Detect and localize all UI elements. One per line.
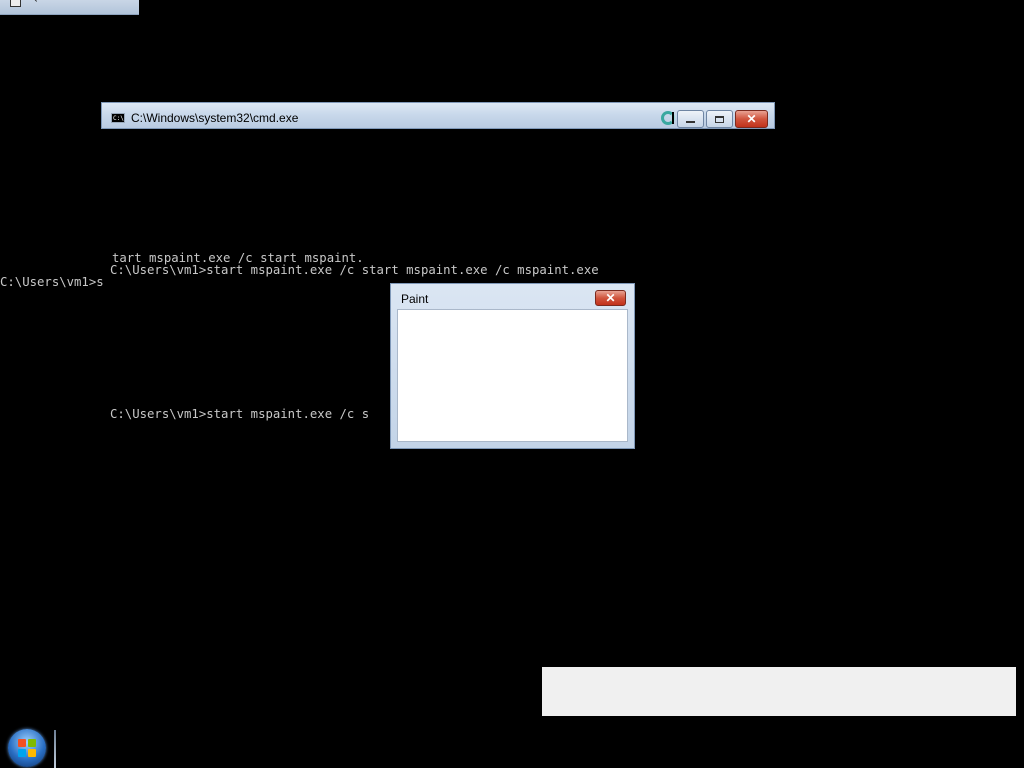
console-line: C:\Users\vm1>start mspaint.exe /c s bbox=[110, 407, 370, 421]
close-icon: ✕ bbox=[605, 291, 616, 305]
blank-panel bbox=[542, 667, 1016, 716]
close-icon: ✕ bbox=[746, 112, 757, 126]
cmd-window-title: C:\Windows\system32\cmd.exe bbox=[131, 111, 299, 125]
paint-close-button[interactable]: ✕ bbox=[595, 290, 626, 306]
window-icon bbox=[10, 0, 21, 7]
console-line: C:\Users\vm1>s bbox=[0, 275, 104, 289]
cmd-window-titlebar[interactable]: C:\ C:\Windows\system32\cmd.exe ✕ bbox=[101, 102, 775, 129]
close-button[interactable]: ✕ bbox=[735, 110, 768, 128]
minimize-icon bbox=[686, 120, 695, 123]
cursor-arrow-icon: ↖ bbox=[30, 0, 38, 5]
console-app-icon: C:\ bbox=[111, 113, 125, 123]
maximize-icon bbox=[715, 115, 724, 123]
minimize-button[interactable] bbox=[677, 110, 704, 128]
start-button[interactable] bbox=[8, 729, 46, 767]
paint-client-area[interactable] bbox=[397, 309, 628, 442]
maximize-button[interactable] bbox=[706, 110, 733, 128]
paint-window[interactable]: Paint ✕ bbox=[390, 283, 635, 449]
console-line: C:\Users\vm1>start mspaint.exe /c start … bbox=[110, 263, 599, 277]
paint-window-title: Paint bbox=[401, 292, 429, 306]
mouse-pointer-icon bbox=[672, 112, 674, 124]
taskbar-divider bbox=[54, 730, 56, 768]
partial-window-strip[interactable]: ↖ bbox=[0, 0, 139, 15]
windows-start-orb-icon bbox=[18, 739, 36, 757]
